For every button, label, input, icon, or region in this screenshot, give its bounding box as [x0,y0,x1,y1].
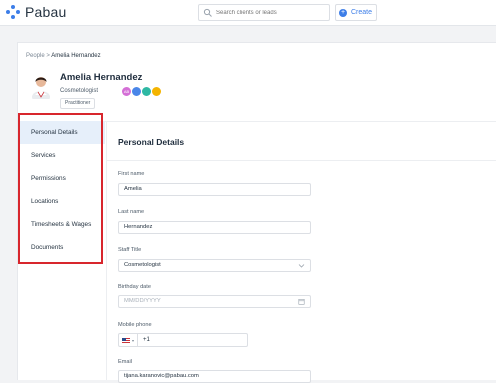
email-label: Email [118,359,132,365]
birthday-field[interactable]: MM/DD/YYYY [118,295,311,308]
country-caret-icon[interactable]: ▾ [132,338,134,343]
section-title: Personal Details [118,137,185,147]
app-name: Pabau [25,4,67,20]
breadcrumb: People > Amelia Hernandez [26,53,101,59]
role-badge: Practitioner [60,98,96,109]
mobile-phone-value: +1 [143,337,150,343]
app-logo[interactable]: Pabau [6,4,66,20]
service-chip [132,87,141,96]
last-name-label: Last name [118,209,145,215]
service-chip: AB [122,87,131,96]
staff-title-label: Staff Title [118,247,142,253]
create-button[interactable]: + Create [335,4,377,21]
service-chip [142,87,151,96]
breadcrumb-root[interactable]: People [26,53,45,59]
avatar [32,77,50,99]
section-divider [107,160,496,161]
logo-icon [6,5,20,19]
mobile-phone-field[interactable]: ▾ +1 [118,333,248,347]
profile-role: Cosmetologist [60,88,99,94]
first-name-field[interactable]: Amelia [118,183,311,196]
staff-title-value: Cosmetologist [124,262,161,268]
search-box[interactable] [198,4,330,21]
email-field[interactable]: tijana.karanovic@pabau.com [118,370,311,383]
search-icon [203,8,212,17]
calendar-icon [298,298,305,305]
plus-icon: + [339,8,347,17]
profile-name: Amelia Hernandez [60,72,143,83]
service-chips: AB [122,87,162,96]
service-chip [152,87,161,96]
us-flag-icon[interactable] [122,337,130,343]
create-label: Create [351,9,373,16]
top-bar: Pabau + Create [0,0,496,26]
staff-title-select[interactable]: Cosmetologist [118,259,311,272]
last-name-field[interactable]: Hernandez [118,221,311,234]
search-input[interactable] [213,9,326,16]
sidebar-highlight-box [18,113,103,264]
breadcrumb-current: Amelia Hernandez [51,53,101,59]
first-name-label: First name [118,171,145,177]
phone-divider [137,334,139,346]
breadcrumb-separator: > [46,53,50,59]
mobile-phone-label: Mobile phone [118,322,152,328]
birthday-label: Birthday date [118,284,151,290]
chevron-down-icon [298,264,305,268]
birthday-placeholder: MM/DD/YYYY [124,298,161,304]
